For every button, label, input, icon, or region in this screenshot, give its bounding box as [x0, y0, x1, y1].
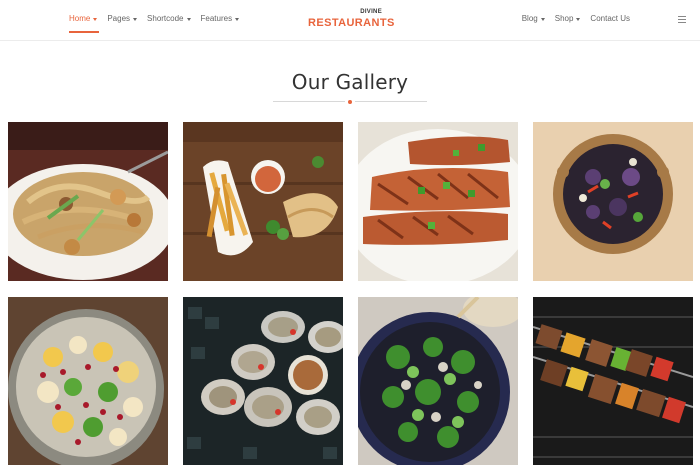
fries-sandwich-image[interactable]	[183, 122, 343, 281]
nav-features-label: Features	[200, 14, 233, 23]
gallery-title: Our Gallery	[291, 70, 409, 94]
site-header: Home Pages Shortcode Features DIVINE RES…	[0, 0, 700, 41]
nav-pages-label: Pages	[107, 14, 131, 23]
nav-pages[interactable]: Pages	[107, 14, 138, 23]
chevron-down-icon	[576, 17, 581, 21]
nav-shop[interactable]: Shop	[555, 14, 581, 23]
green-salad-image[interactable]	[358, 297, 518, 465]
main-nav-left: Home Pages Shortcode Features	[69, 14, 240, 33]
chevron-down-icon	[133, 17, 138, 21]
nav-home[interactable]: Home	[69, 14, 100, 33]
nav-features[interactable]: Features	[201, 14, 240, 23]
oysters-image[interactable]	[183, 297, 343, 465]
logo-tagline: DIVINE	[360, 9, 382, 15]
fruit-salad-image[interactable]	[8, 297, 168, 465]
nav-contact-label: Contact Us	[590, 14, 630, 23]
nav-blog-label: Blog	[521, 14, 538, 23]
chevron-down-icon	[93, 17, 98, 21]
main-nav-right: Blog Shop Contact Us	[522, 14, 630, 23]
divider-dot	[348, 99, 352, 104]
nav-shortcode[interactable]: Shortcode	[147, 14, 191, 23]
nav-shortcode-label: Shortcode	[147, 14, 184, 23]
nav-home-label: Home	[69, 14, 91, 23]
chevron-down-icon	[540, 17, 545, 21]
site-logo[interactable]: DIVINE RESTAURANTS	[300, 8, 400, 32]
nav-contact[interactable]: Contact Us	[590, 14, 630, 23]
title-divider	[273, 99, 427, 104]
chevron-down-icon	[235, 17, 240, 21]
chevron-down-icon	[186, 17, 191, 21]
kebab-skewers-image[interactable]	[533, 297, 693, 465]
salad-bowl-image[interactable]	[533, 122, 693, 281]
noodles-dish-image[interactable]	[8, 122, 168, 281]
hamburger-icon[interactable]	[678, 16, 686, 23]
nav-blog[interactable]: Blog	[522, 14, 545, 23]
logo-title: RESTAURANTS	[308, 17, 395, 29]
nav-shop-label: Shop	[554, 14, 574, 23]
grilled-chicken-image[interactable]	[358, 122, 518, 281]
